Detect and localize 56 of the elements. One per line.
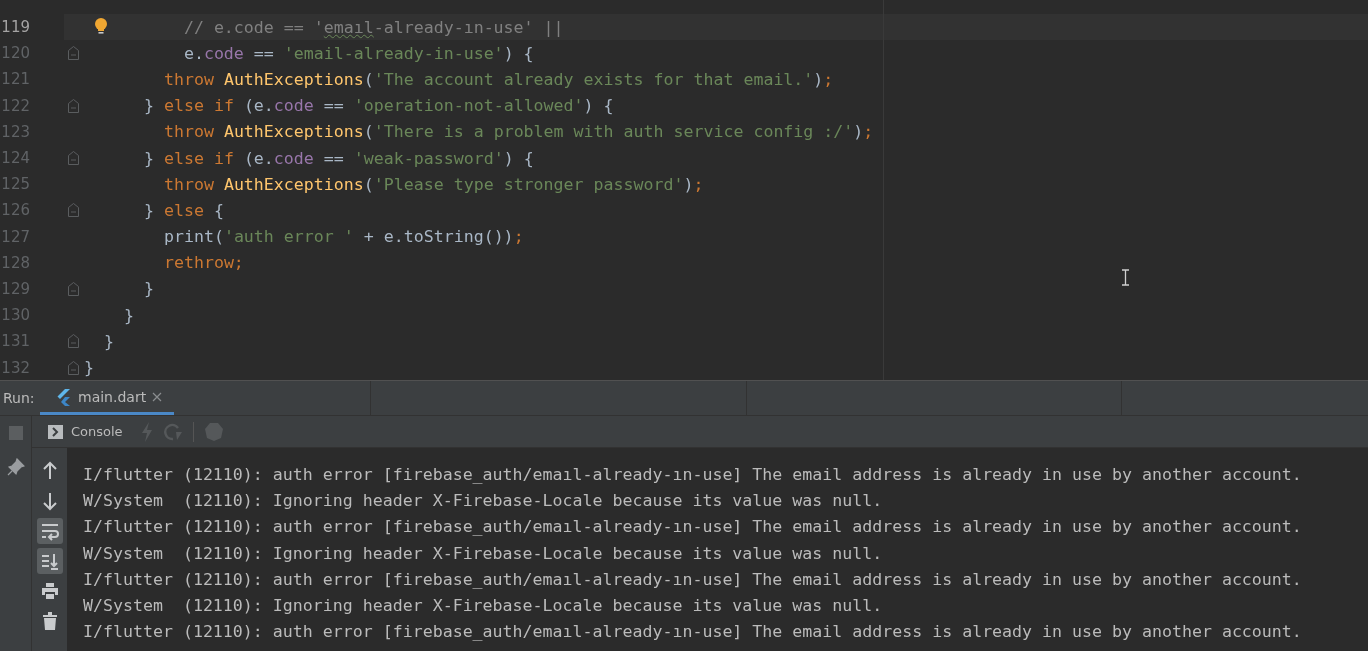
- stop-icon[interactable]: [8, 426, 23, 440]
- code-line: throw AuthExceptions('Please type stronger password');: [163, 174, 704, 194]
- fold-icon[interactable]: [68, 151, 79, 166]
- scroll-to-end-icon[interactable]: [36, 548, 63, 574]
- fold-icon[interactable]: [68, 334, 79, 349]
- console-line: W/System (12110): Ignoring header X-Firebase-Locale because its value was null.: [83, 594, 884, 617]
- console-line: I/flutter (12110): auth error [firebase_auth/emaıl-already-ın-use] The email address is already in use by another account.: [83, 621, 1303, 644]
- reload-icon[interactable]: [162, 421, 183, 442]
- hexagon-icon[interactable]: [203, 421, 224, 442]
- lightning-icon[interactable]: [140, 421, 153, 442]
- code-line: }: [84, 358, 94, 378]
- line-number: 131: [0, 332, 30, 351]
- run-label: Run:: [2, 390, 36, 406]
- line-number: 127: [0, 227, 30, 246]
- lightbulb-icon[interactable]: [94, 17, 108, 35]
- soft-wrap-icon[interactable]: [36, 518, 63, 544]
- code-line: rethrow;: [163, 253, 244, 273]
- fold-icon[interactable]: [68, 46, 79, 61]
- line-number: 123: [0, 122, 30, 141]
- console-line: I/flutter (12110): auth error [firebase_auth/emaıl-already-ın-use] The email address is already in use by another account.: [83, 568, 1303, 591]
- code-line: } else if (e.code == 'weak-password') {: [143, 148, 534, 168]
- line-number: 128: [0, 253, 30, 272]
- line-number: 121: [0, 70, 30, 89]
- code-line: e.code == 'email-already-in-use') {: [183, 43, 534, 63]
- code-line: // e.code == 'emaıl-already-ın-use' ||: [183, 17, 564, 37]
- fold-icon[interactable]: [68, 360, 79, 375]
- code-line: throw AuthExceptions('There is a problem with auth service config :/');: [163, 122, 874, 142]
- code-line: throw AuthExceptions('The account already exists for that email.');: [163, 69, 834, 89]
- code-line: } else if (e.code == 'operation-not-allowed') {: [143, 96, 614, 116]
- console-icon: [48, 424, 63, 439]
- text-cursor-icon: [1121, 269, 1130, 286]
- flutter-logo-icon: [56, 387, 72, 406]
- code-line: }: [123, 305, 134, 325]
- line-number: 132: [0, 358, 30, 377]
- console-line: W/System (12110): Ignoring header X-Firebase-Locale because its value was null.: [83, 542, 884, 565]
- console-tab[interactable]: Console: [48, 424, 131, 439]
- code-line: }: [143, 279, 154, 299]
- line-number: 119: [0, 18, 30, 37]
- fold-icon[interactable]: [68, 203, 79, 218]
- close-icon[interactable]: [152, 391, 163, 402]
- pin-icon[interactable]: [6, 458, 25, 476]
- console-line: I/flutter (12110): auth error [firebase_auth/emaıl-already-ın-use] The email address is already in use by another account.: [83, 516, 1303, 539]
- line-number: 129: [0, 279, 30, 298]
- console-line: I/flutter (12110): auth error [firebase_auth/emaıl-already-ın-use] The email address is already in use by another account.: [83, 464, 1303, 486]
- line-number: 125: [0, 175, 30, 194]
- code-line: } else {: [143, 200, 224, 220]
- code-line: print('auth error ' + e.toString());: [163, 227, 524, 247]
- line-number: 126: [0, 201, 30, 220]
- fold-icon[interactable]: [68, 98, 79, 113]
- line-number: 124: [0, 149, 30, 168]
- line-number: 130: [0, 306, 30, 325]
- console-line: W/System (12110): Ignoring header X-Firebase-Locale because its value was null.: [83, 490, 884, 513]
- line-number: 122: [0, 96, 30, 115]
- line-number: 120: [0, 44, 30, 63]
- fold-icon[interactable]: [68, 281, 79, 296]
- code-line: }: [104, 331, 114, 351]
